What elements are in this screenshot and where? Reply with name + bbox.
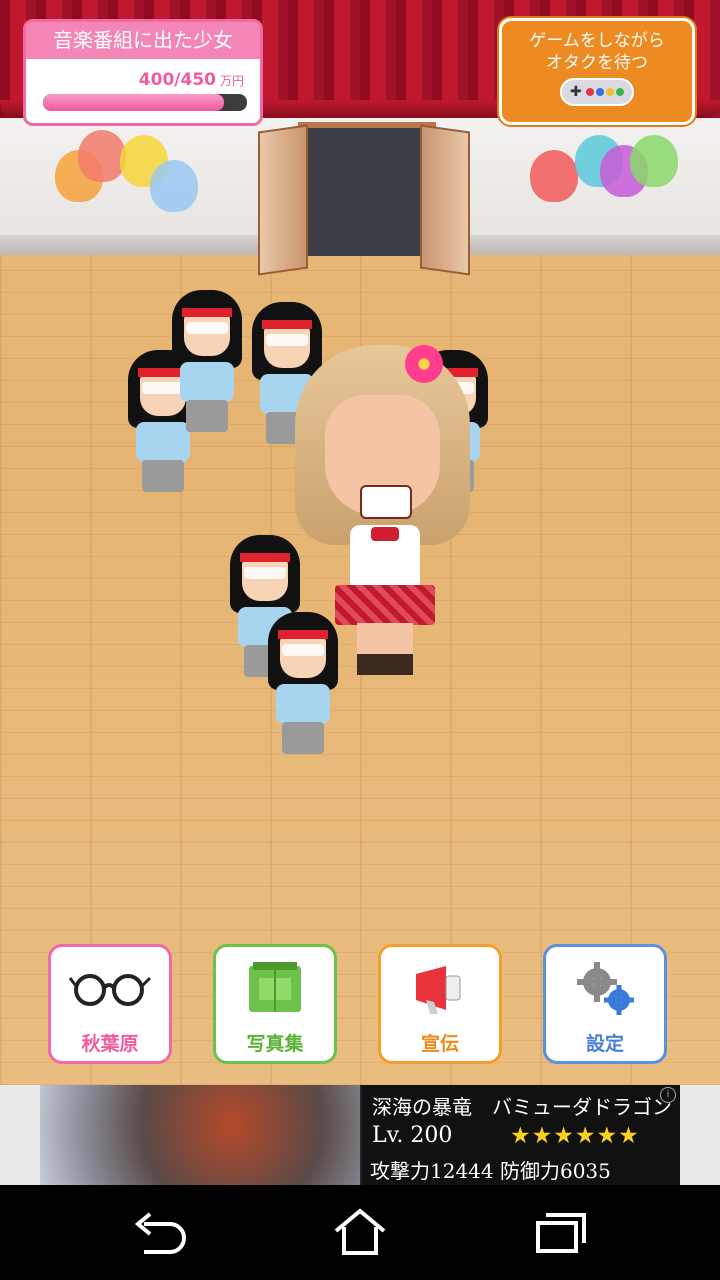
balloon bbox=[530, 150, 578, 202]
play-game-line2: オタクを待つ bbox=[546, 53, 648, 73]
balloon bbox=[630, 135, 678, 187]
money-unit: 万円 bbox=[219, 74, 244, 88]
ad-text-panel: 深海の暴竜 バミューダドラゴン Lv. 200 ★★★★★★ 攻撃力12444 … bbox=[362, 1085, 680, 1185]
play-game-line1: ゲームをしながら bbox=[529, 31, 665, 51]
android-navigation-bar bbox=[0, 1185, 720, 1280]
play-game-button[interactable]: ゲームをしながら オタクを待つ ✚ bbox=[499, 18, 695, 125]
door-left bbox=[258, 124, 308, 276]
home-button[interactable] bbox=[320, 1199, 400, 1265]
recents-button[interactable] bbox=[520, 1199, 600, 1265]
back-icon bbox=[134, 1212, 186, 1254]
ad-content[interactable]: 深海の暴竜 バミューダドラゴン Lv. 200 ★★★★★★ 攻撃力12444 … bbox=[40, 1085, 680, 1185]
ad-banner[interactable]: 深海の暴竜 バミューダドラゴン Lv. 200 ★★★★★★ 攻撃力12444 … bbox=[0, 1085, 720, 1185]
akihabara-button[interactable]: 秋葉原 bbox=[48, 944, 172, 1064]
gamepad-icon: ✚ bbox=[560, 78, 634, 106]
money-amount: 400/450 万円 bbox=[139, 70, 244, 90]
akihabara-label: 秋葉原 bbox=[81, 1033, 139, 1055]
ad-stats: 攻撃力12444 防御力6035 bbox=[370, 1159, 611, 1183]
settings-label: 設定 bbox=[585, 1033, 624, 1055]
balloon bbox=[150, 160, 198, 212]
megaphone-icon bbox=[416, 966, 461, 1014]
back-doorway bbox=[298, 122, 436, 256]
photobook-button[interactable]: 写真集 bbox=[213, 944, 337, 1064]
ad-title: 深海の暴竜 バミューダドラゴン bbox=[372, 1095, 672, 1119]
recents-icon bbox=[536, 1213, 586, 1253]
money-value: 400/450 bbox=[138, 70, 216, 90]
money-progress-bar bbox=[43, 94, 247, 111]
ad-rating-stars: ★★★★★★ bbox=[510, 1123, 640, 1149]
settings-button[interactable]: 設定 bbox=[543, 944, 667, 1064]
promotion-button[interactable]: 宣伝 bbox=[378, 944, 502, 1064]
home-icon bbox=[334, 1208, 386, 1255]
gears-icon bbox=[577, 962, 634, 1015]
idol-title: 音楽番組に出た少女 bbox=[26, 22, 260, 59]
photobook-label: 写真集 bbox=[246, 1033, 304, 1055]
balloon bbox=[78, 130, 126, 182]
game-stage bbox=[0, 0, 720, 1085]
close-icon[interactable]: i bbox=[660, 1087, 676, 1103]
door-right bbox=[420, 124, 470, 276]
idol-status-card: 音楽番組に出た少女 400/450 万円 bbox=[23, 19, 263, 126]
promotion-label: 宣伝 bbox=[420, 1033, 459, 1055]
money-progress-fill bbox=[43, 94, 225, 111]
glasses-icon bbox=[68, 974, 152, 1006]
back-button[interactable] bbox=[120, 1199, 200, 1265]
book-icon bbox=[249, 962, 301, 1012]
ad-level: Lv. 200 bbox=[372, 1123, 453, 1148]
dragon-artwork bbox=[40, 1085, 360, 1185]
